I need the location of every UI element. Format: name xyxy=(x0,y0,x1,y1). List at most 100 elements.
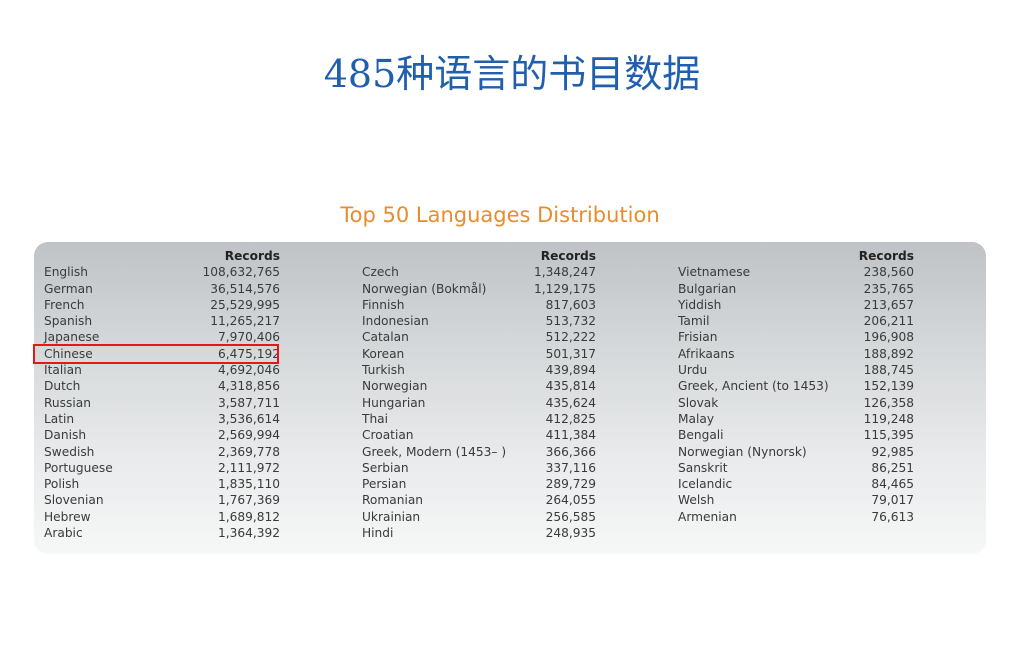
table-row: Bengali 115,395 xyxy=(678,427,914,443)
record-count: 439,894 xyxy=(545,363,596,378)
record-count: 25,529,995 xyxy=(210,297,280,312)
record-count: 92,985 xyxy=(871,444,914,459)
table-row: Malay 119,248 xyxy=(678,411,914,427)
language-name: Slovenian xyxy=(44,493,104,508)
record-count: 2,369,778 xyxy=(217,444,280,459)
record-count: 435,624 xyxy=(545,395,596,410)
record-count: 3,536,614 xyxy=(217,411,280,426)
language-name: Dutch xyxy=(44,379,81,394)
record-count: 108,632,765 xyxy=(202,265,280,280)
language-name: English xyxy=(44,265,89,280)
records-header: Records xyxy=(858,249,914,263)
column-header-row: Records xyxy=(362,248,596,264)
record-count: 11,265,217 xyxy=(210,314,280,329)
records-header: Records xyxy=(540,249,596,263)
record-count: 256,585 xyxy=(545,509,596,524)
table-column-1: Records English 108,632,765 German 36,514,5… xyxy=(44,248,280,541)
table-column-2: Records Czech 1,348,247 Norwegian (Bokmål)… xyxy=(362,248,596,541)
language-name: Urdu xyxy=(678,363,708,378)
language-name: Italian xyxy=(44,363,82,378)
table-row: Turkish 439,894 xyxy=(362,362,596,378)
record-count: 1,364,392 xyxy=(217,526,280,541)
table-row: Tamil 206,211 xyxy=(678,313,914,329)
language-name: Hindi xyxy=(362,526,394,541)
table-row: Slovak 126,358 xyxy=(678,395,914,411)
language-name: Latin xyxy=(44,411,75,426)
table-row: Norwegian 435,814 xyxy=(362,378,596,394)
table-title: Top 50 Languages Distribution xyxy=(340,203,660,227)
table-row: Arabic 1,364,392 xyxy=(44,525,280,541)
table-row: Hindi 248,935 xyxy=(362,525,596,541)
language-name: Norwegian xyxy=(362,379,428,394)
table-row: Swedish 2,369,778 xyxy=(44,444,280,460)
table-row: Welsh 79,017 xyxy=(678,492,914,508)
column-header-row: Records xyxy=(44,248,280,264)
language-name: Russian xyxy=(44,395,91,410)
record-count: 337,116 xyxy=(545,460,596,475)
record-count: 188,745 xyxy=(863,363,914,378)
language-name: Malay xyxy=(678,411,715,426)
record-count: 152,139 xyxy=(863,379,914,394)
record-count: 36,514,576 xyxy=(210,281,280,296)
language-name: Serbian xyxy=(362,460,409,475)
language-name: Vietnamese xyxy=(678,265,751,280)
table-row: French 25,529,995 xyxy=(44,297,280,313)
record-count: 411,384 xyxy=(545,428,596,443)
language-name: Romanian xyxy=(362,493,424,508)
language-name: Swedish xyxy=(44,444,95,459)
language-name: Greek, Ancient (to 1453) xyxy=(678,379,829,394)
table-row: Armenian 76,613 xyxy=(678,509,914,525)
table-row: Portuguese 2,111,972 xyxy=(44,460,280,476)
column-header-row: Records xyxy=(678,248,914,264)
language-name: French xyxy=(44,297,85,312)
table-row: Bulgarian 235,765 xyxy=(678,281,914,297)
table-row: Danish 2,569,994 xyxy=(44,427,280,443)
language-name: Yiddish xyxy=(678,297,722,312)
record-count: 76,613 xyxy=(871,509,914,524)
language-name: Greek, Modern (1453– ) xyxy=(362,444,507,459)
language-name: Czech xyxy=(362,265,399,280)
table-row: Yiddish 213,657 xyxy=(678,297,914,313)
table-row: Polish 1,835,110 xyxy=(44,476,280,492)
language-name: Turkish xyxy=(362,363,405,378)
table-row: Frisian 196,908 xyxy=(678,329,914,345)
table-row: Czech 1,348,247 xyxy=(362,264,596,280)
language-name: Norwegian (Bokmål) xyxy=(362,281,487,296)
record-count: 4,692,046 xyxy=(217,363,280,378)
record-count: 126,358 xyxy=(863,395,914,410)
table-row: German 36,514,576 xyxy=(44,281,280,297)
record-count: 2,569,994 xyxy=(217,428,280,443)
record-count: 84,465 xyxy=(871,477,914,492)
record-count: 196,908 xyxy=(863,330,914,345)
language-name: Tamil xyxy=(678,314,710,329)
record-count: 289,729 xyxy=(545,477,596,492)
record-count: 513,732 xyxy=(545,314,596,329)
table-row: Greek, Ancient (to 1453) 152,139 xyxy=(678,378,914,394)
chinese-highlight-box xyxy=(33,344,279,364)
table-row: Afrikaans 188,892 xyxy=(678,346,914,362)
language-name: Indonesian xyxy=(362,314,429,329)
table-row: Sanskrit 86,251 xyxy=(678,460,914,476)
table-row: Vietnamese 238,560 xyxy=(678,264,914,280)
record-count: 264,055 xyxy=(545,493,596,508)
table-row: Slovenian 1,767,369 xyxy=(44,492,280,508)
table-row: Hebrew 1,689,812 xyxy=(44,509,280,525)
record-count: 4,318,856 xyxy=(217,379,280,394)
record-count: 1,767,369 xyxy=(217,493,280,508)
record-count: 2,111,972 xyxy=(217,460,280,475)
language-name: Bengali xyxy=(678,428,724,443)
language-name: Persian xyxy=(362,477,407,492)
record-count: 213,657 xyxy=(863,297,914,312)
language-name: Spanish xyxy=(44,314,93,329)
table-row: Ukrainian 256,585 xyxy=(362,509,596,525)
record-count: 119,248 xyxy=(863,411,914,426)
table-row: Norwegian (Nynorsk) 92,985 xyxy=(678,444,914,460)
table-row: Icelandic 84,465 xyxy=(678,476,914,492)
language-name: Polish xyxy=(44,477,80,492)
table-row: Korean 501,317 xyxy=(362,346,596,362)
language-name: Thai xyxy=(362,411,389,426)
record-count: 412,825 xyxy=(545,411,596,426)
record-count: 1,689,812 xyxy=(217,509,280,524)
language-name: Hungarian xyxy=(362,395,426,410)
record-count: 3,587,711 xyxy=(217,395,280,410)
